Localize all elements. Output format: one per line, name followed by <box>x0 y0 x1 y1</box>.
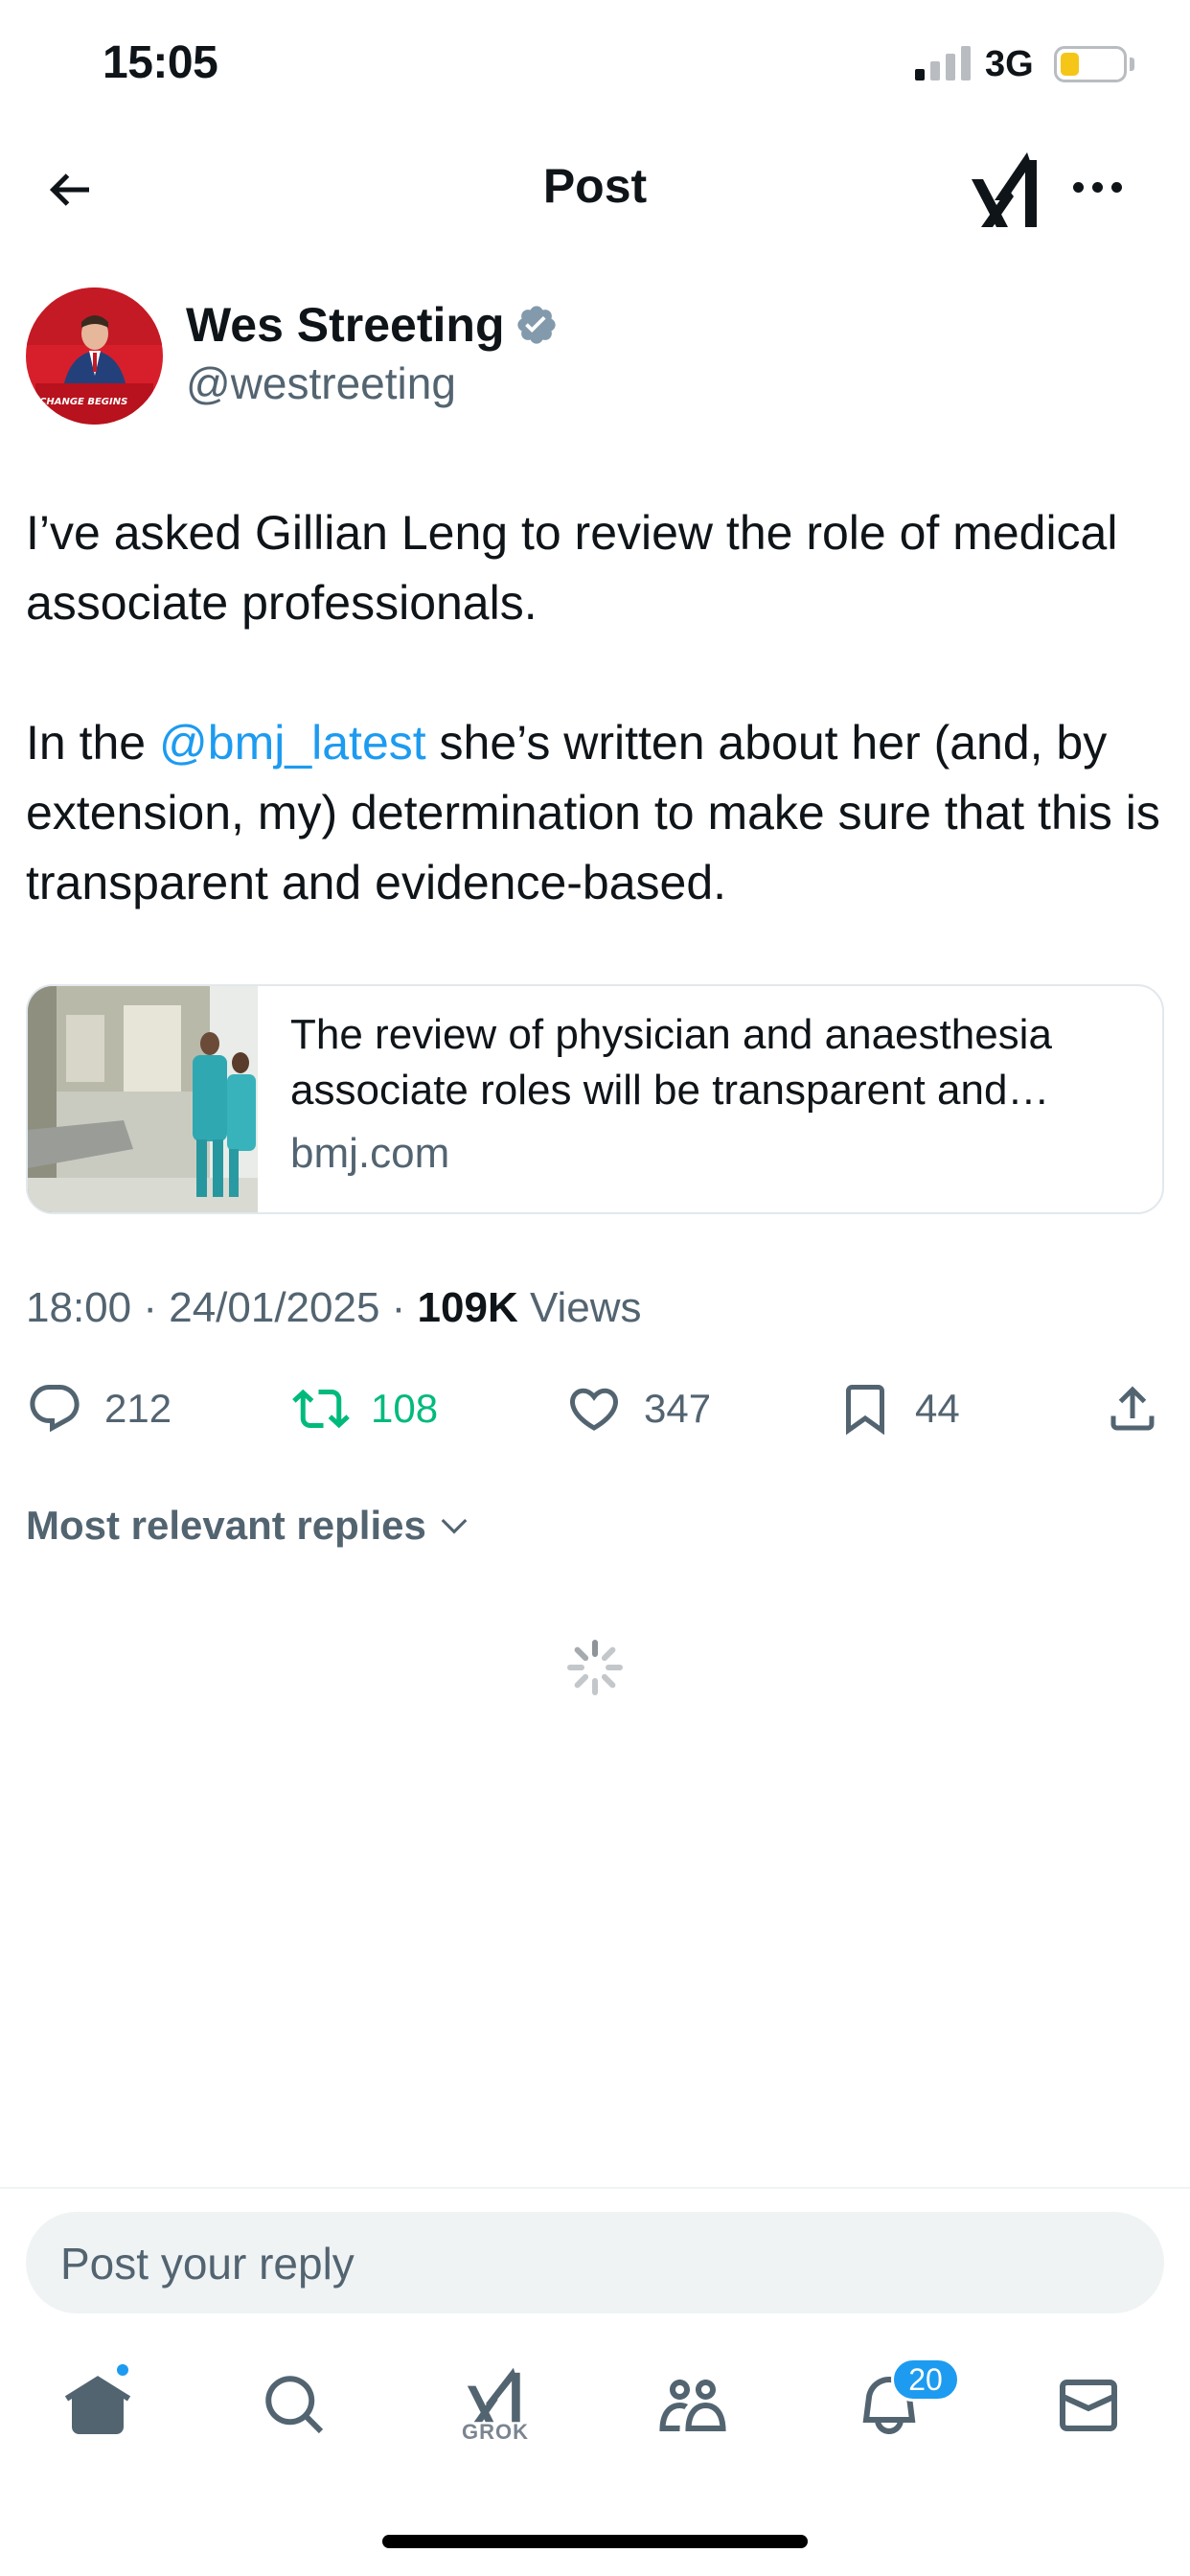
divider <box>0 2187 1190 2189</box>
communities-icon <box>659 2380 726 2431</box>
tab-messages[interactable] <box>1041 2358 1136 2453</box>
post-paragraph-2: In the @bmj_latest she’s written about h… <box>26 708 1166 918</box>
more-dot <box>1091 181 1103 193</box>
link-preview-card[interactable]: The review of physician and anaesthesia … <box>26 984 1164 1214</box>
grok-icon <box>467 2367 520 2423</box>
signal-icon <box>915 46 971 80</box>
home-unread-dot <box>114 2361 131 2379</box>
notifications-badge: 20 <box>891 2358 960 2402</box>
search-icon <box>265 2376 324 2434</box>
views-count: 109K <box>417 1284 518 1331</box>
repost-button[interactable]: 108 <box>292 1370 438 1447</box>
like-count: 347 <box>644 1386 712 1431</box>
replies-sort-dropdown[interactable]: Most relevant replies <box>26 1503 472 1549</box>
author-handle[interactable]: @westreeting <box>186 357 456 409</box>
tab-search[interactable] <box>247 2358 343 2453</box>
more-horizontal-icon <box>1072 181 1084 193</box>
grok-label: GROK <box>462 2420 529 2444</box>
link-preview-image <box>28 986 258 1212</box>
avatar[interactable]: CHANGE BEGINS <box>26 288 163 425</box>
grok-icon[interactable] <box>968 150 1041 229</box>
share-icon <box>1110 1386 1155 1431</box>
meta-separator: · <box>379 1284 418 1331</box>
tab-home[interactable] <box>50 2358 146 2453</box>
more-button[interactable] <box>1064 163 1131 211</box>
author-name: Wes Streeting <box>186 298 505 352</box>
author-name-row[interactable]: Wes Streeting <box>186 297 559 353</box>
like-button[interactable]: 347 <box>565 1370 711 1447</box>
avatar-podium-text: CHANGE BEGINS <box>39 397 127 407</box>
verified-badge-icon <box>516 306 556 344</box>
home-indicator <box>382 2535 808 2548</box>
repost-count: 108 <box>371 1386 439 1431</box>
battery-cap <box>1130 58 1134 71</box>
post-actions: 212 108 347 44 <box>0 1370 1190 1447</box>
status-time: 15:05 <box>103 37 218 88</box>
post-date[interactable]: 24/01/2025 <box>169 1284 379 1331</box>
reply-placeholder: Post your reply <box>60 2239 355 2288</box>
more-dot <box>1110 181 1122 193</box>
envelope-icon <box>1059 2380 1117 2431</box>
share-button[interactable] <box>1104 1370 1161 1447</box>
bookmark-button[interactable]: 44 <box>836 1370 960 1447</box>
link-card-title: The review of physician and anaesthesia … <box>290 1011 1052 1114</box>
battery-level <box>1061 53 1079 76</box>
replies-sort-label: Most relevant replies <box>26 1503 426 1548</box>
bookmark-count: 44 <box>915 1386 960 1431</box>
reply-count: 212 <box>104 1386 172 1431</box>
loading-spinner-icon <box>567 1640 623 1695</box>
reply-icon <box>30 1385 80 1433</box>
mention-link[interactable]: @bmj_latest <box>159 716 426 770</box>
repost-icon <box>292 1389 350 1429</box>
avatar-image: CHANGE BEGINS <box>26 288 163 425</box>
bookmark-icon <box>846 1385 884 1436</box>
network-type: 3G <box>985 44 1034 84</box>
post-meta: 18:00 · 24/01/2025 · 109K Views <box>26 1284 642 1332</box>
link-card-domain: bmj.com <box>290 1130 450 1177</box>
reply-button[interactable]: 212 <box>26 1370 172 1447</box>
heart-icon <box>569 1388 619 1431</box>
tab-grok[interactable]: GROK <box>447 2358 543 2453</box>
post-time[interactable]: 18:00 <box>26 1284 131 1331</box>
home-icon <box>64 2376 131 2434</box>
chevron-down-icon <box>441 1518 468 1534</box>
bottom-tab-bar: GROK 20 <box>0 2338 1190 2482</box>
post-paragraph-1: I’ve asked Gillian Leng to review the ro… <box>26 506 1118 630</box>
tab-communities[interactable] <box>645 2358 741 2453</box>
views-label: Views <box>517 1284 642 1331</box>
post-text: I’ve asked Gillian Leng to review the ro… <box>26 498 1166 988</box>
battery-icon <box>1054 46 1127 82</box>
top-nav: Post <box>0 129 1190 254</box>
post-text-segment: In the <box>26 716 159 770</box>
meta-separator: · <box>131 1284 170 1331</box>
status-bar: 15:05 3G <box>0 0 1190 129</box>
reply-input[interactable]: Post your reply <box>26 2212 1164 2313</box>
